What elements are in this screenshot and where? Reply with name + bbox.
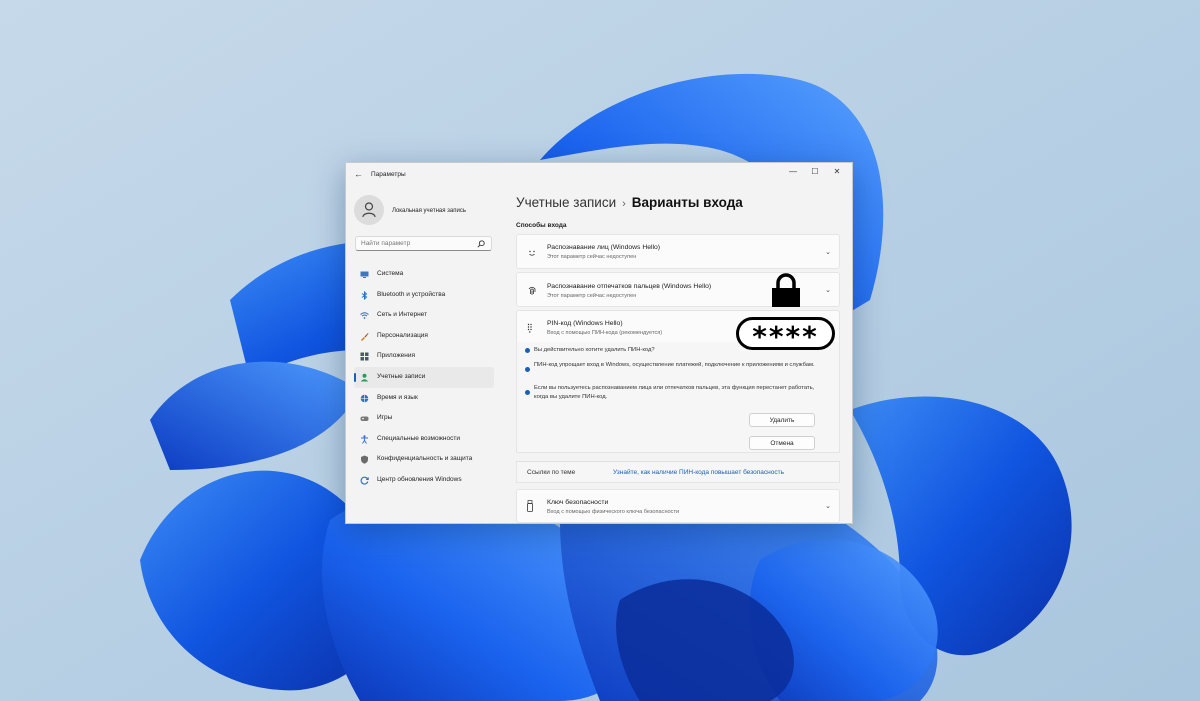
sidebar-item-accessibility[interactable]: Специальные возможности (354, 429, 494, 450)
info-dot-icon (525, 348, 530, 353)
info-dot-icon (525, 390, 530, 395)
breadcrumb: Учетные записи › Варианты входа (516, 195, 743, 210)
password-mask-badge: **** (736, 317, 835, 353)
card-title: Распознавание лиц (Windows Hello) (547, 244, 661, 251)
sidebar-item-label: Конфиденциальность и защита (377, 455, 473, 463)
apps-icon (360, 352, 369, 361)
sidebar-item-label: Время и язык (377, 393, 418, 401)
card-subtitle: Этот параметр сейчас недоступен (547, 254, 637, 260)
avatar (354, 195, 384, 225)
minimize-button[interactable]: — (786, 167, 800, 176)
pin-security-link[interactable]: Узнайте, как наличие ПИН-кода повышает б… (613, 469, 784, 476)
account-profile[interactable]: Локальная учетная запись (354, 195, 504, 225)
sidebar-item-apps[interactable]: Приложения (354, 346, 494, 367)
chevron-down-icon[interactable]: ⌄ (825, 502, 831, 510)
card-subtitle: Вход с помощью физического ключа безопас… (547, 509, 680, 515)
security-key-card[interactable]: Ключ безопасности Вход с помощью физичес… (516, 489, 840, 523)
sidebar-item-network[interactable]: Сеть и Интернет (354, 305, 494, 326)
sidebar-item-label: Сеть и Интернет (377, 311, 428, 319)
person-icon (360, 373, 369, 382)
related-links: Ссылки по теме Узнайте, как наличие ПИН-… (516, 461, 840, 483)
sidebar-item-label: Персонализация (377, 331, 428, 339)
sidebar-item-label: Центр обновления Windows (377, 475, 462, 483)
info-text: Если вы пользуетесь распознаванием лица … (534, 385, 815, 400)
sidebar-item-personalization[interactable]: Персонализация (354, 326, 494, 347)
section-heading: Способы входа (516, 222, 567, 229)
sidebar-item-label: Приложения (377, 352, 416, 360)
bluetooth-icon (361, 290, 368, 300)
fingerprint-icon (528, 286, 536, 295)
profile-name: Локальная учетная запись (392, 208, 466, 214)
card-title: Распознавание отпечатков пальцев (Window… (547, 283, 712, 290)
info-text: ПИН-код упрощает вход в Windows, осущест… (534, 362, 815, 368)
keypad-icon (527, 323, 532, 333)
close-button[interactable]: ✕ (830, 167, 844, 176)
sidebar-item-gaming[interactable]: Игры (354, 408, 494, 429)
breadcrumb-parent[interactable]: Учетные записи (516, 195, 616, 210)
cancel-button[interactable]: Отмена (749, 436, 815, 450)
sidebar-item-system[interactable]: Система (354, 264, 494, 285)
sidebar-item-privacy[interactable]: Конфиденциальность и защита (354, 449, 494, 470)
sidebar-item-windows-update[interactable]: Центр обновления Windows (354, 470, 494, 491)
search-placeholder: Найти параметр (361, 240, 411, 247)
pin-remove-panel: Вы действительно хотите удалить ПИН-код?… (516, 342, 840, 453)
card-subtitle: Вход с помощью ПИН-кода (рекомендуется) (547, 330, 663, 336)
sidebar-item-time-language[interactable]: Время и язык (354, 388, 494, 409)
globe-icon (360, 394, 369, 402)
maximize-button[interactable]: ☐ (808, 167, 822, 176)
face-recognition-card[interactable]: Распознавание лиц (Windows Hello) Этот п… (516, 234, 840, 269)
monitor-icon (360, 271, 369, 278)
search-icon (477, 240, 485, 248)
lock-icon (772, 273, 800, 307)
sidebar-item-label: Учетные записи (377, 372, 426, 380)
chevron-down-icon[interactable]: ⌄ (825, 248, 831, 256)
sidebar-item-label: Игры (377, 414, 393, 422)
brush-icon (361, 332, 369, 341)
update-icon (360, 476, 369, 485)
shield-icon (361, 455, 368, 465)
window-title: Параметры (371, 171, 406, 178)
title-bar: ← Параметры — ☐ ✕ (346, 163, 852, 187)
face-icon (529, 250, 535, 256)
related-links-label: Ссылки по теме (527, 469, 576, 476)
sidebar-item-label: Bluetooth и устройства (377, 290, 446, 298)
main-content: Учетные записи › Варианты входа Способы вх… (516, 187, 852, 523)
gamepad-icon (360, 416, 369, 422)
search-input[interactable]: Найти параметр (355, 236, 492, 251)
info-dot-icon (525, 367, 530, 372)
wifi-icon (360, 312, 369, 320)
sidebar-nav: Система Bluetooth и устройства Сеть и Ин… (354, 264, 494, 491)
accessibility-icon (361, 435, 368, 444)
person-icon (362, 202, 376, 218)
card-subtitle: Этот параметр сейчас недоступен (547, 293, 637, 299)
page-title: Варианты входа (631, 195, 743, 210)
usb-key-icon (527, 500, 533, 512)
breadcrumb-separator: › (622, 198, 626, 210)
back-arrow-icon[interactable]: ← (354, 169, 363, 179)
card-title: PIN-код (Windows Hello) (547, 320, 623, 327)
chevron-down-icon[interactable]: ⌄ (825, 286, 831, 294)
sidebar-item-label: Специальные возможности (377, 434, 460, 442)
sidebar-item-accounts[interactable]: Учетные записи (354, 366, 494, 388)
sidebar-item-bluetooth[interactable]: Bluetooth и устройства (354, 285, 494, 306)
sidebar-item-label: Система (377, 270, 404, 277)
card-title: Ключ безопасности (547, 499, 609, 506)
remove-pin-button[interactable]: Удалить (749, 413, 815, 427)
